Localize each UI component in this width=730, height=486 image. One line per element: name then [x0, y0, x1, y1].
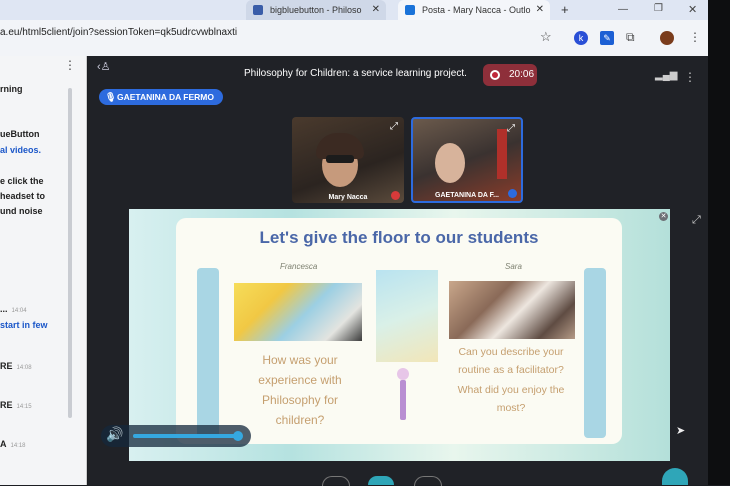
recording-time: 20:06: [509, 69, 535, 80]
recording-indicator[interactable]: 20:06: [483, 64, 537, 86]
bigbluebutton-favicon: [253, 5, 263, 15]
meeting-title: Philosophy for Children: a service learn…: [244, 68, 467, 79]
tab-label: Posta - Mary Nacca - Outlo: [422, 5, 531, 15]
close-window-icon[interactable]: ✕: [688, 3, 697, 16]
audio-toggle-button[interactable]: [368, 476, 394, 485]
bookmark-star-icon[interactable]: ☆: [540, 29, 552, 45]
muted-icon: [391, 191, 400, 200]
volume-control[interactable]: 🔊: [101, 425, 251, 447]
address-bar-row: [0, 20, 730, 56]
chat-message: A 14:18: [0, 439, 26, 449]
chat-line: rning: [0, 84, 23, 94]
message-time: 14:18: [10, 443, 26, 449]
flag: [497, 129, 507, 179]
volume-slider[interactable]: [133, 431, 243, 441]
chat-line: headset to: [0, 191, 46, 201]
talking-icon: [508, 189, 517, 198]
slide-question-left: How was your experience with Philosophy …: [258, 353, 342, 427]
chat-message: start in few: [0, 320, 48, 330]
video-tile-mary[interactable]: ⤢ Mary Nacca: [292, 117, 404, 203]
browser-menu-icon[interactable]: ⋮: [689, 30, 701, 44]
slide-decoration: [584, 268, 606, 438]
close-presentation-icon[interactable]: ✕: [659, 212, 668, 221]
maximize-icon[interactable]: ❐: [654, 3, 663, 14]
talking-indicator-label: GAETANINA DA FERMO: [117, 92, 214, 102]
connection-status-icon[interactable]: ▂▄▆: [655, 70, 677, 81]
url-text[interactable]: a.eu/html5client/join?sessionToken=qk5ud…: [0, 27, 237, 38]
chat-link[interactable]: al videos.: [0, 145, 41, 155]
chat-message: RE 14:15: [0, 400, 32, 410]
message-text: A: [0, 439, 7, 449]
participant-image: [435, 143, 465, 183]
chat-message: RE 14:08: [0, 361, 32, 371]
slide-image-francesca: [234, 283, 362, 341]
options-menu-icon[interactable]: ⋮: [684, 70, 696, 84]
chat-panel: [0, 56, 87, 485]
close-tab-icon[interactable]: ✕: [536, 0, 544, 20]
volume-icon[interactable]: 🔊: [106, 426, 123, 443]
slide-decoration: [376, 270, 438, 362]
chat-message: ... 14:04: [0, 304, 27, 314]
tab-bigbluebutton[interactable]: bigbluebutton - Philoso ✕: [246, 0, 386, 20]
chat-options-icon[interactable]: ⋮: [64, 58, 76, 72]
screen-bezel: [708, 0, 730, 485]
video-name-label: Mary Nacca: [328, 194, 368, 201]
chat-line: und noise: [0, 206, 43, 216]
chat-line: ueButton: [0, 129, 40, 139]
tab-label: bigbluebutton - Philoso: [270, 5, 362, 15]
message-time: 14:04: [11, 308, 27, 314]
record-icon: [490, 70, 500, 80]
slide-question-right-2: What did you enjoy the most?: [457, 384, 565, 414]
mouse-cursor: ➤: [676, 425, 686, 437]
student-name-francesca: Francesca: [280, 262, 318, 271]
expand-video-icon[interactable]: ⤢: [507, 123, 515, 134]
message-time: 14:08: [16, 365, 32, 371]
message-text: RE: [0, 400, 13, 410]
outlook-favicon: [405, 5, 415, 15]
tab-outlook[interactable]: Posta - Mary Nacca - Outlo ✕: [398, 0, 550, 20]
video-name-label: GAETANINA DA F...: [435, 192, 499, 199]
extensions-puzzle-icon[interactable]: ⧉: [626, 30, 635, 45]
slide-decoration: [197, 268, 219, 438]
slide-image-sara: [449, 281, 575, 339]
new-tab-button[interactable]: +: [561, 2, 569, 17]
microphone-icon: 🎙: [105, 92, 117, 102]
chat-scrollbar[interactable]: [68, 88, 72, 418]
slide-headline: Let's give the floor to our students: [259, 228, 539, 247]
avatar[interactable]: [660, 31, 674, 45]
talking-indicator[interactable]: 🎙 GAETANINA DA FERMO: [99, 89, 223, 105]
volume-knob[interactable]: [232, 431, 243, 441]
profile-letter-icon[interactable]: k: [574, 31, 588, 45]
student-name-sara: Sara: [505, 262, 522, 271]
extension-icon[interactable]: ✎: [600, 31, 614, 45]
message-text: ...: [0, 304, 8, 314]
slide-question-right-1: Can you describe your routine as a facil…: [458, 346, 564, 376]
microphone-illustration: [395, 368, 411, 420]
message-text: RE: [0, 361, 13, 371]
user-list-toggle-icon[interactable]: ‹♙: [97, 60, 111, 73]
video-tile-gaetanina[interactable]: ⤢ GAETANINA DA F...: [411, 117, 523, 203]
glasses: [326, 155, 354, 163]
volume-fill: [133, 434, 238, 438]
chat-line: e click the: [0, 176, 44, 186]
message-time: 14:15: [16, 404, 32, 410]
minimize-icon[interactable]: —: [618, 4, 628, 15]
expand-video-icon[interactable]: ⤢: [390, 121, 398, 132]
fullscreen-icon[interactable]: ⤢: [692, 214, 701, 227]
close-tab-icon[interactable]: ✕: [372, 0, 380, 20]
